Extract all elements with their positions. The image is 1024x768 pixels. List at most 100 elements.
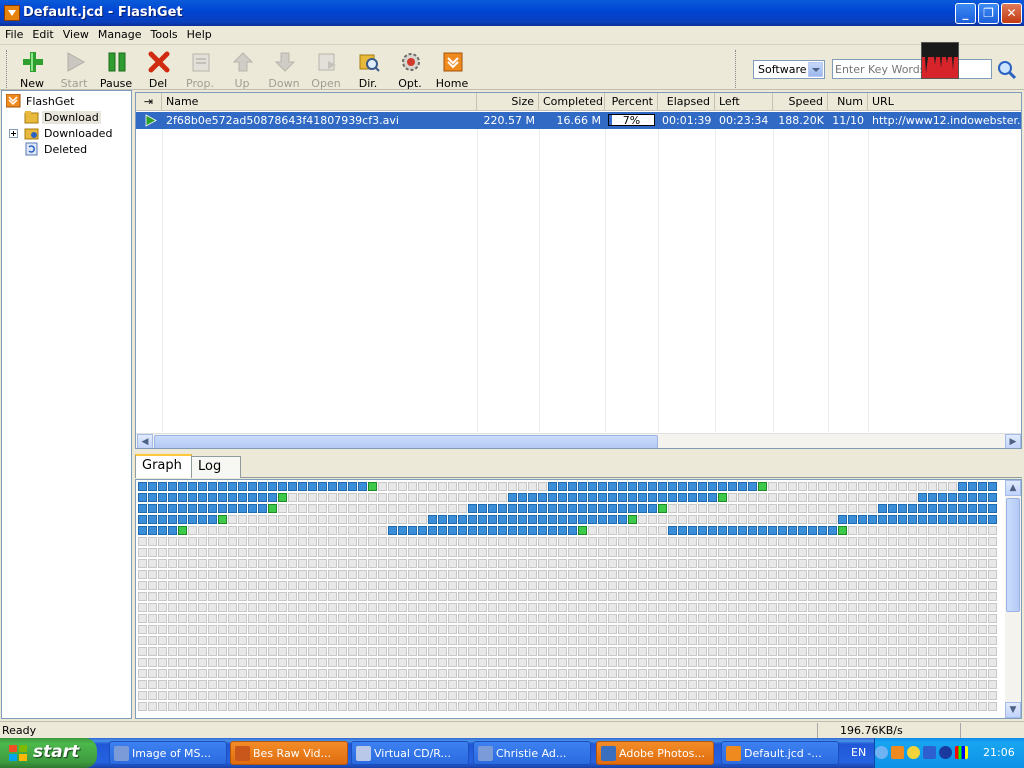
pause-button[interactable]: Pause bbox=[96, 49, 136, 90]
header-status-icon[interactable]: ⇥ bbox=[136, 93, 162, 111]
scroll-down-arrow-icon[interactable]: ▼ bbox=[1005, 702, 1021, 718]
taskbar-item[interactable]: Christie Ad... bbox=[473, 741, 591, 765]
taskbar-item[interactable]: Adobe Photos... bbox=[596, 741, 714, 765]
move-up-button[interactable]: Up bbox=[222, 49, 262, 90]
download-block bbox=[508, 537, 517, 546]
chevron-down-icon[interactable] bbox=[808, 62, 823, 77]
download-block bbox=[738, 636, 747, 645]
download-block bbox=[598, 559, 607, 568]
menu-tools[interactable]: Tools bbox=[146, 26, 182, 41]
new-button[interactable]: New bbox=[12, 49, 52, 90]
download-block bbox=[518, 570, 527, 579]
delete-button[interactable]: Del bbox=[138, 49, 178, 90]
download-block bbox=[778, 515, 787, 524]
horizontal-scroll-thumb[interactable] bbox=[154, 435, 658, 448]
download-block bbox=[508, 570, 517, 579]
download-block bbox=[488, 592, 497, 601]
scroll-right-arrow-icon[interactable]: ▶ bbox=[1005, 434, 1021, 448]
speed-graph-widget[interactable] bbox=[921, 42, 959, 79]
header-elapsed[interactable]: Elapsed bbox=[658, 93, 715, 111]
options-button[interactable]: Opt. bbox=[390, 49, 430, 90]
download-block bbox=[148, 691, 157, 700]
tray-network-icon[interactable] bbox=[923, 746, 936, 759]
download-block bbox=[858, 691, 867, 700]
download-block bbox=[268, 614, 277, 623]
download-block bbox=[448, 537, 457, 546]
table-row[interactable]: 2f68b0e572ad50878643f41807939cf3.avi 220… bbox=[136, 112, 1021, 129]
tray-messenger-icon[interactable] bbox=[907, 746, 920, 759]
download-block bbox=[538, 504, 547, 513]
download-block bbox=[638, 548, 647, 557]
header-url[interactable]: URL bbox=[868, 93, 1021, 111]
taskbar-item[interactable]: Virtual CD/R... bbox=[351, 741, 469, 765]
download-block bbox=[208, 647, 217, 656]
menu-view[interactable]: View bbox=[58, 26, 93, 41]
open-button[interactable]: Open bbox=[306, 49, 346, 90]
home-button[interactable]: Home bbox=[432, 49, 472, 90]
header-speed[interactable]: Speed bbox=[773, 93, 828, 111]
menu-help[interactable]: Help bbox=[182, 26, 216, 41]
download-block bbox=[958, 493, 967, 502]
download-block bbox=[348, 680, 357, 689]
download-block bbox=[638, 669, 647, 678]
download-block bbox=[338, 614, 347, 623]
tab-graph[interactable]: Graph bbox=[135, 454, 192, 478]
header-left[interactable]: Left bbox=[715, 93, 773, 111]
directory-button[interactable]: Dir. bbox=[348, 49, 388, 90]
search-category-select[interactable]: Software bbox=[753, 60, 825, 79]
minimize-button[interactable]: _ bbox=[955, 3, 976, 24]
tray-flashget-icon[interactable] bbox=[891, 746, 904, 759]
taskbar-item[interactable]: Image of MS... bbox=[109, 741, 227, 765]
download-block bbox=[838, 680, 847, 689]
header-completed[interactable]: Completed bbox=[539, 93, 605, 111]
properties-button[interactable]: Prop. bbox=[180, 49, 220, 90]
download-block bbox=[518, 680, 527, 689]
tray-expand-icon[interactable] bbox=[875, 746, 888, 759]
toolbar-grip-right[interactable] bbox=[735, 50, 738, 88]
scroll-left-arrow-icon[interactable]: ◀ bbox=[137, 434, 153, 448]
vertical-scroll-thumb[interactable] bbox=[1006, 498, 1020, 612]
download-block bbox=[428, 537, 437, 546]
flashget-app-icon[interactable] bbox=[4, 5, 20, 21]
language-indicator[interactable]: EN bbox=[851, 746, 866, 759]
header-name[interactable]: Name bbox=[162, 93, 477, 111]
header-size[interactable]: Size bbox=[477, 93, 539, 111]
download-block bbox=[698, 691, 707, 700]
header-percent[interactable]: Percent bbox=[605, 93, 658, 111]
download-block bbox=[818, 625, 827, 634]
horizontal-scrollbar[interactable]: ◀ ▶ bbox=[136, 433, 1021, 448]
download-block bbox=[618, 691, 627, 700]
header-num[interactable]: Num bbox=[828, 93, 868, 111]
tab-log[interactable]: Log bbox=[191, 456, 241, 478]
download-block bbox=[758, 482, 767, 491]
restore-button[interactable]: ❐ bbox=[978, 3, 999, 24]
taskbar-item[interactable]: Default.jcd -... bbox=[721, 741, 839, 765]
start-button[interactable]: Start bbox=[54, 49, 94, 90]
download-block bbox=[168, 614, 177, 623]
taskbar-item[interactable]: Bes Raw Vid... bbox=[230, 741, 348, 765]
menu-file[interactable]: File bbox=[0, 26, 27, 41]
download-block bbox=[768, 669, 777, 678]
menu-manage[interactable]: Manage bbox=[93, 26, 146, 41]
tray-bluetooth-icon[interactable] bbox=[939, 746, 952, 759]
download-block bbox=[978, 680, 987, 689]
search-button[interactable] bbox=[997, 60, 1017, 80]
move-down-button[interactable]: Down bbox=[264, 49, 304, 90]
download-block bbox=[338, 548, 347, 557]
expand-plus-icon[interactable] bbox=[9, 129, 18, 138]
vertical-scrollbar[interactable]: ▲ ▼ bbox=[1005, 480, 1021, 718]
start-button[interactable]: start bbox=[0, 738, 97, 768]
scroll-up-arrow-icon[interactable]: ▲ bbox=[1005, 480, 1021, 496]
close-button[interactable]: ✕ bbox=[1001, 3, 1022, 24]
title-bar[interactable]: Default.jcd - FlashGet _ ❐ ✕ bbox=[0, 0, 1024, 26]
download-block bbox=[138, 603, 147, 612]
tray-display-icon[interactable] bbox=[955, 746, 968, 759]
download-block bbox=[598, 581, 607, 590]
download-block bbox=[748, 482, 757, 491]
download-block bbox=[678, 658, 687, 667]
toolbar-grip[interactable] bbox=[6, 50, 9, 88]
download-block bbox=[428, 625, 437, 634]
menu-edit[interactable]: Edit bbox=[27, 26, 57, 41]
keyword-search-input[interactable] bbox=[832, 59, 992, 79]
download-block bbox=[658, 592, 667, 601]
